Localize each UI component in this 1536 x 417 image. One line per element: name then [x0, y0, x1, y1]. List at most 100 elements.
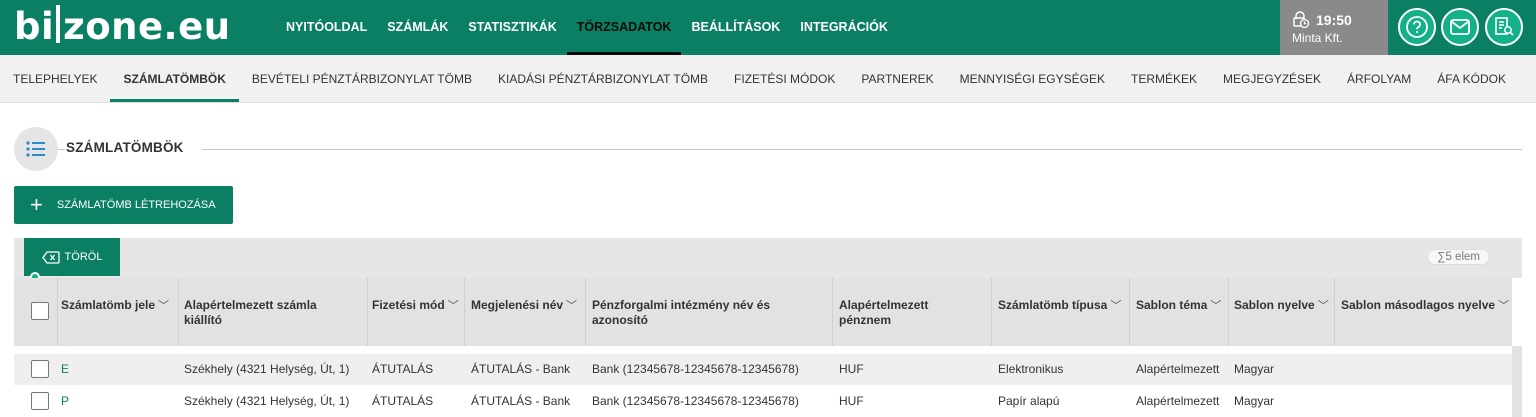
column-header-block-code[interactable]: Számlatömb jele ﹀: [61, 298, 169, 314]
table-row[interactable]: E Székhely (4321 Helység, Út, 1) ÁTUTALÁ…: [14, 354, 1512, 385]
nav-item-integrations[interactable]: INTEGRÁCIÓK: [790, 0, 898, 55]
column-label: Megjelenési név: [471, 298, 564, 312]
subnav-item-payment-methods[interactable]: FIZETÉSI MÓDOK: [721, 55, 848, 102]
column-separator: [1129, 278, 1130, 346]
list-icon: [26, 141, 45, 157]
column-header-template-theme[interactable]: Sablon téma ﹀: [1136, 298, 1221, 314]
column-header-template-language[interactable]: Sablon nyelve ﹀: [1234, 298, 1329, 314]
sub-nav: TELEPHELYEK SZÁMLATÖMBÖK BEVÉTELI PÉNZTÁ…: [0, 55, 1536, 103]
subnav-item-units[interactable]: MENNYISÉGI EGYSÉGEK: [947, 55, 1118, 102]
main-nav: NYITÓOLDAL SZÁMLÁK STATISZTIKÁK TÖRZSADA…: [286, 0, 898, 55]
nav-item-statistics[interactable]: STATISZTIKÁK: [458, 0, 566, 55]
nav-item-settings[interactable]: BEÁLLÍTÁSOK: [681, 0, 790, 55]
chevron-down-icon: ﹀: [566, 300, 578, 312]
column-label: Fizetési mód: [372, 298, 445, 312]
column-label: Számlatömb típusa: [998, 298, 1108, 312]
logo-bar: [56, 5, 61, 43]
logo-text-left: bi: [14, 5, 55, 48]
chevron-down-icon: ﹀: [1110, 300, 1122, 312]
column-label: Sablon téma: [1136, 298, 1208, 312]
page-title: SZÁMLATÖMBÖK: [66, 140, 184, 155]
delete-button[interactable]: TÖRÖL: [24, 238, 120, 276]
column-label: azonosító: [592, 313, 648, 327]
column-label: Számlatömb jele: [61, 298, 156, 312]
column-header-secondary-language[interactable]: Sablon másodlagos nyelve ﹀: [1341, 298, 1509, 314]
help-icon: [1406, 16, 1428, 38]
select-all-checkbox[interactable]: [31, 302, 49, 320]
column-header-bank-account: Pénzforgalmi intézmény név és azonosító: [592, 298, 770, 328]
chevron-down-icon: ﹀: [158, 300, 170, 312]
nav-item-invoices[interactable]: SZÁMLÁK: [377, 0, 458, 55]
documents-icon: [1495, 17, 1514, 36]
block-code-link[interactable]: P: [61, 386, 69, 417]
block-code-link[interactable]: E: [61, 354, 69, 385]
create-button-label: SZÁMLATÖMB LÉTREHOZÁSA: [56, 199, 216, 211]
company-name: Minta Kft.: [1292, 31, 1343, 45]
subnav-item-vat-codes[interactable]: ÁFA KÓDOK: [1424, 55, 1519, 102]
column-header-block-type[interactable]: Számlatömb típusa ﹀: [998, 298, 1121, 314]
chevron-down-icon: ﹀: [1498, 300, 1510, 312]
column-label: kiállító: [184, 313, 223, 327]
column-label: Alapértelmezett számla: [184, 298, 317, 312]
cell-template-theme: Alapértelmezett: [1136, 394, 1220, 408]
column-separator: [367, 278, 368, 346]
cell-payment-method: ÁTUTALÁS: [372, 394, 434, 408]
chevron-down-icon: ﹀: [447, 300, 459, 312]
documents-button[interactable]: [1485, 8, 1523, 46]
subnav-item-invoice-blocks[interactable]: SZÁMLATÖMBÖK: [110, 55, 239, 102]
messages-button[interactable]: [1441, 8, 1479, 46]
cell-bank-account: Bank (12345678-12345678-12345678): [592, 394, 799, 408]
nav-item-master-data[interactable]: TÖRZSADATOK: [566, 0, 682, 55]
billzone-logo[interactable]: bi zone.eu: [14, 4, 231, 52]
subnav-item-payout-blocks[interactable]: KIADÁSI PÉNZTÁRBIZONYLAT TÖMB: [485, 55, 721, 102]
chevron-down-icon: ﹀: [1317, 300, 1329, 312]
column-separator: [1334, 278, 1335, 346]
column-label: Sablon nyelve: [1234, 298, 1315, 312]
cell-block-type: Papír alapú: [998, 394, 1060, 408]
section-divider-left: [58, 149, 65, 150]
subnav-item-notes[interactable]: MEGJEGYZÉSEK: [1210, 55, 1334, 102]
row-checkbox[interactable]: [31, 360, 49, 378]
section-divider: [202, 149, 1522, 150]
column-separator: [178, 278, 179, 346]
chevron-down-icon: ﹀: [1210, 300, 1222, 312]
item-count-text: 5 elem: [1445, 251, 1480, 263]
column-separator: [57, 278, 58, 346]
session-box[interactable]: 19:50 Minta Kft.: [1280, 0, 1388, 55]
session-time: 19:50: [1292, 11, 1388, 29]
table-header: Számlatömb jele ﹀ Alapértelmezett számla k…: [14, 278, 1512, 346]
create-invoice-block-button[interactable]: + SZÁMLATÖMB LÉTREHOZÁSA: [14, 186, 233, 224]
mail-icon: [1450, 19, 1470, 35]
vertical-scrollbar-track[interactable]: [1512, 346, 1522, 417]
cell-template-language: Magyar: [1234, 362, 1275, 376]
cell-display-name: ÁTUTALÁS - Bank: [471, 394, 571, 408]
lock-clock-icon: [1293, 11, 1310, 29]
table-row[interactable]: P Székhely (4321 Helység, Út, 1) ÁTUTALÁ…: [14, 386, 1512, 417]
cell-issuer: Székhely (4321 Helység, Út, 1): [184, 394, 350, 408]
cell-template-theme: Alapértelmezett: [1136, 362, 1220, 376]
column-separator: [464, 278, 465, 346]
grid-toolbar: TÖRÖL ∑5 elem: [14, 238, 1522, 282]
cell-currency: HUF: [839, 362, 864, 376]
column-separator: [585, 278, 586, 346]
subnav-item-exchange-rate[interactable]: ÁRFOLYAM: [1334, 55, 1424, 102]
subnav-item-products[interactable]: TERMÉKEK: [1118, 55, 1210, 102]
column-header-payment-method[interactable]: Fizetési mód ﹀: [372, 298, 459, 314]
column-separator: [832, 278, 833, 346]
column-label: Alapértelmezett: [839, 298, 929, 312]
subnav-item-sites[interactable]: TELEPHELYEK: [0, 55, 110, 102]
cell-payment-method: ÁTUTALÁS: [372, 362, 434, 376]
column-separator: [991, 278, 992, 346]
column-header-display-name[interactable]: Megjelenési név ﹀: [471, 298, 577, 314]
column-header-default-issuer: Alapértelmezett számla kiállító: [184, 298, 317, 328]
row-checkbox[interactable]: [31, 392, 49, 410]
subnav-item-receipt-blocks[interactable]: BEVÉTELI PÉNZTÁRBIZONYLAT TÖMB: [239, 55, 485, 102]
nav-item-home[interactable]: NYITÓOLDAL: [286, 0, 377, 55]
time-text: 19:50: [1316, 12, 1352, 28]
top-header: bi zone.eu NYITÓOLDAL SZÁMLÁK STATISZTIKÁ…: [0, 0, 1536, 55]
cell-currency: HUF: [839, 394, 864, 408]
column-label: pénznem: [839, 313, 892, 327]
subnav-item-partners[interactable]: PARTNEREK: [848, 55, 946, 102]
delete-label: TÖRÖL: [64, 251, 103, 263]
help-button[interactable]: [1398, 8, 1436, 46]
